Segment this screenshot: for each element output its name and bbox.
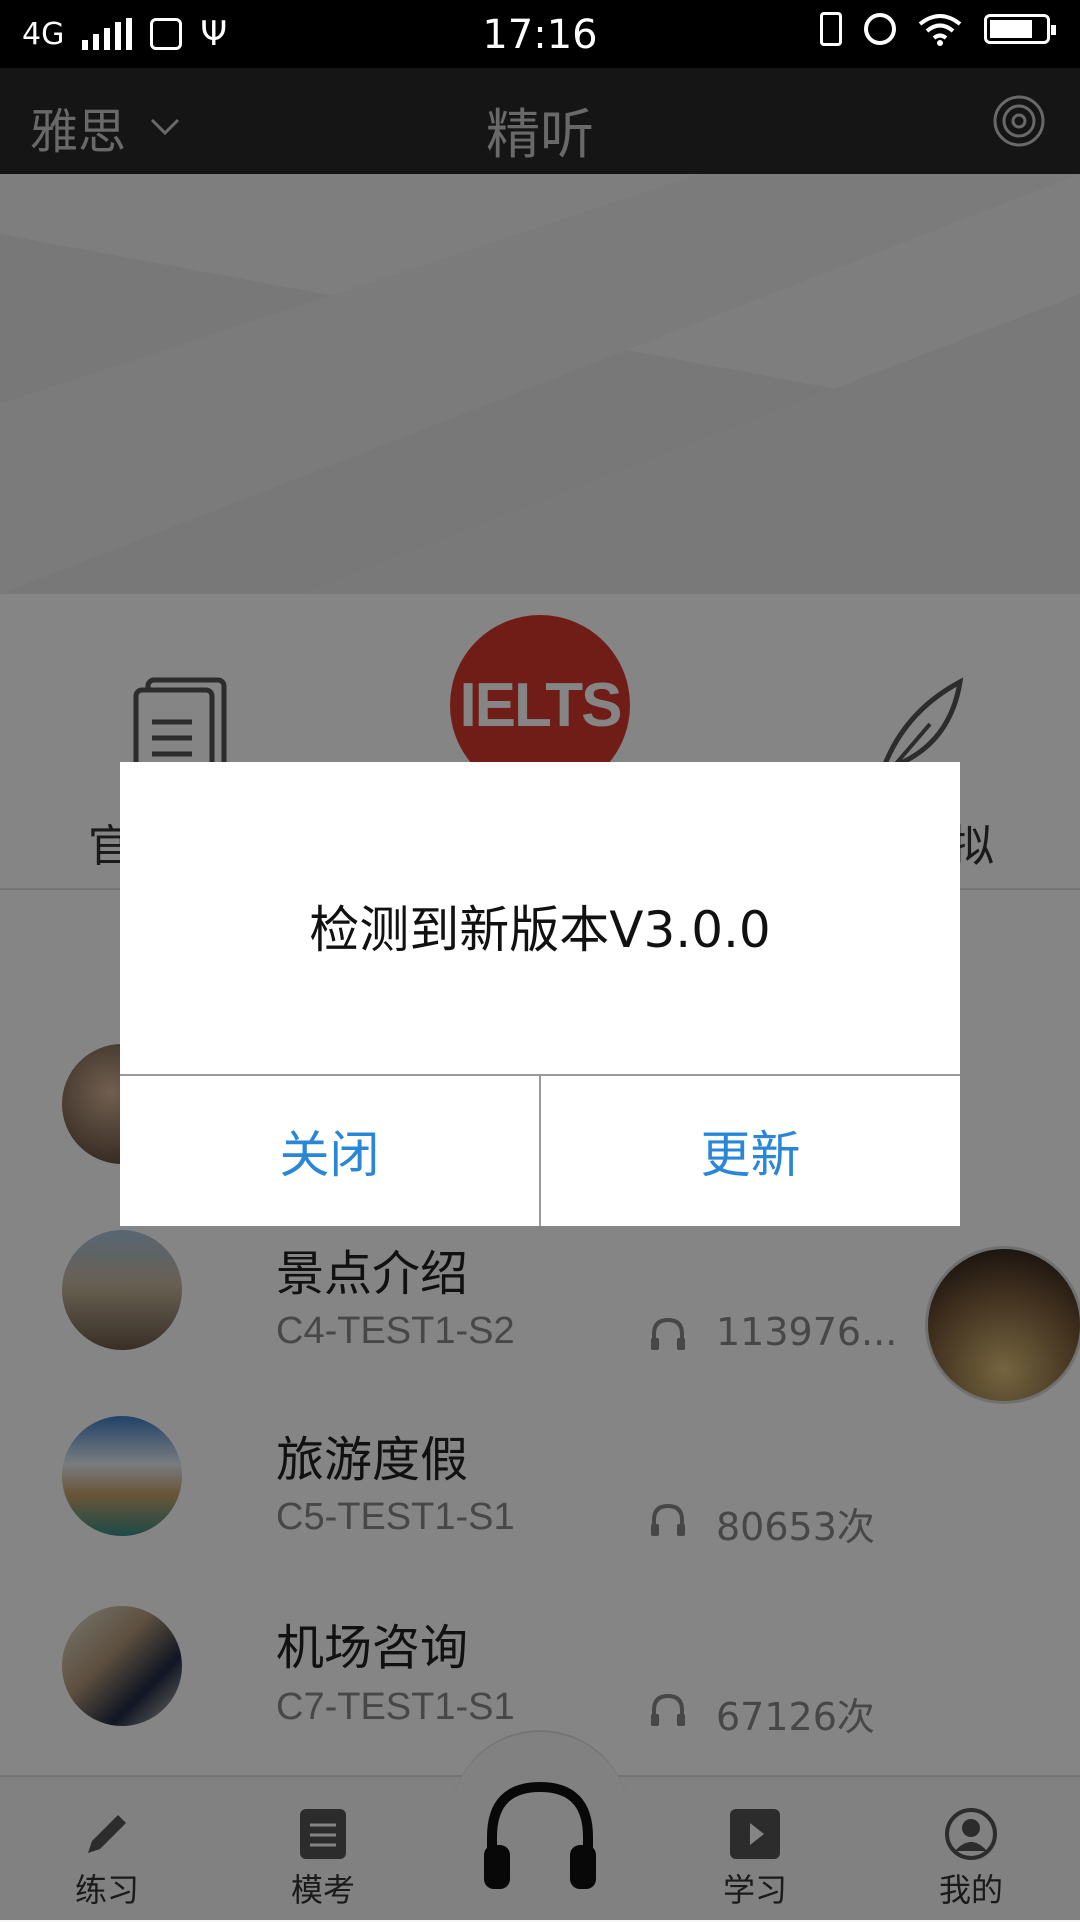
vibrate-icon — [820, 12, 842, 46]
update-button[interactable]: 更新 — [541, 1076, 960, 1226]
close-button[interactable]: 关闭 — [120, 1076, 539, 1226]
alarm-icon — [864, 13, 896, 45]
battery-icon — [984, 14, 1056, 44]
dialog-message: 检测到新版本V3.0.0 — [309, 901, 771, 959]
wifi-icon — [918, 14, 962, 46]
update-dialog: 检测到新版本V3.0.0 关闭 更新 — [120, 762, 960, 1226]
status-bar: 4G Ψ 17:16 — [0, 0, 1080, 68]
